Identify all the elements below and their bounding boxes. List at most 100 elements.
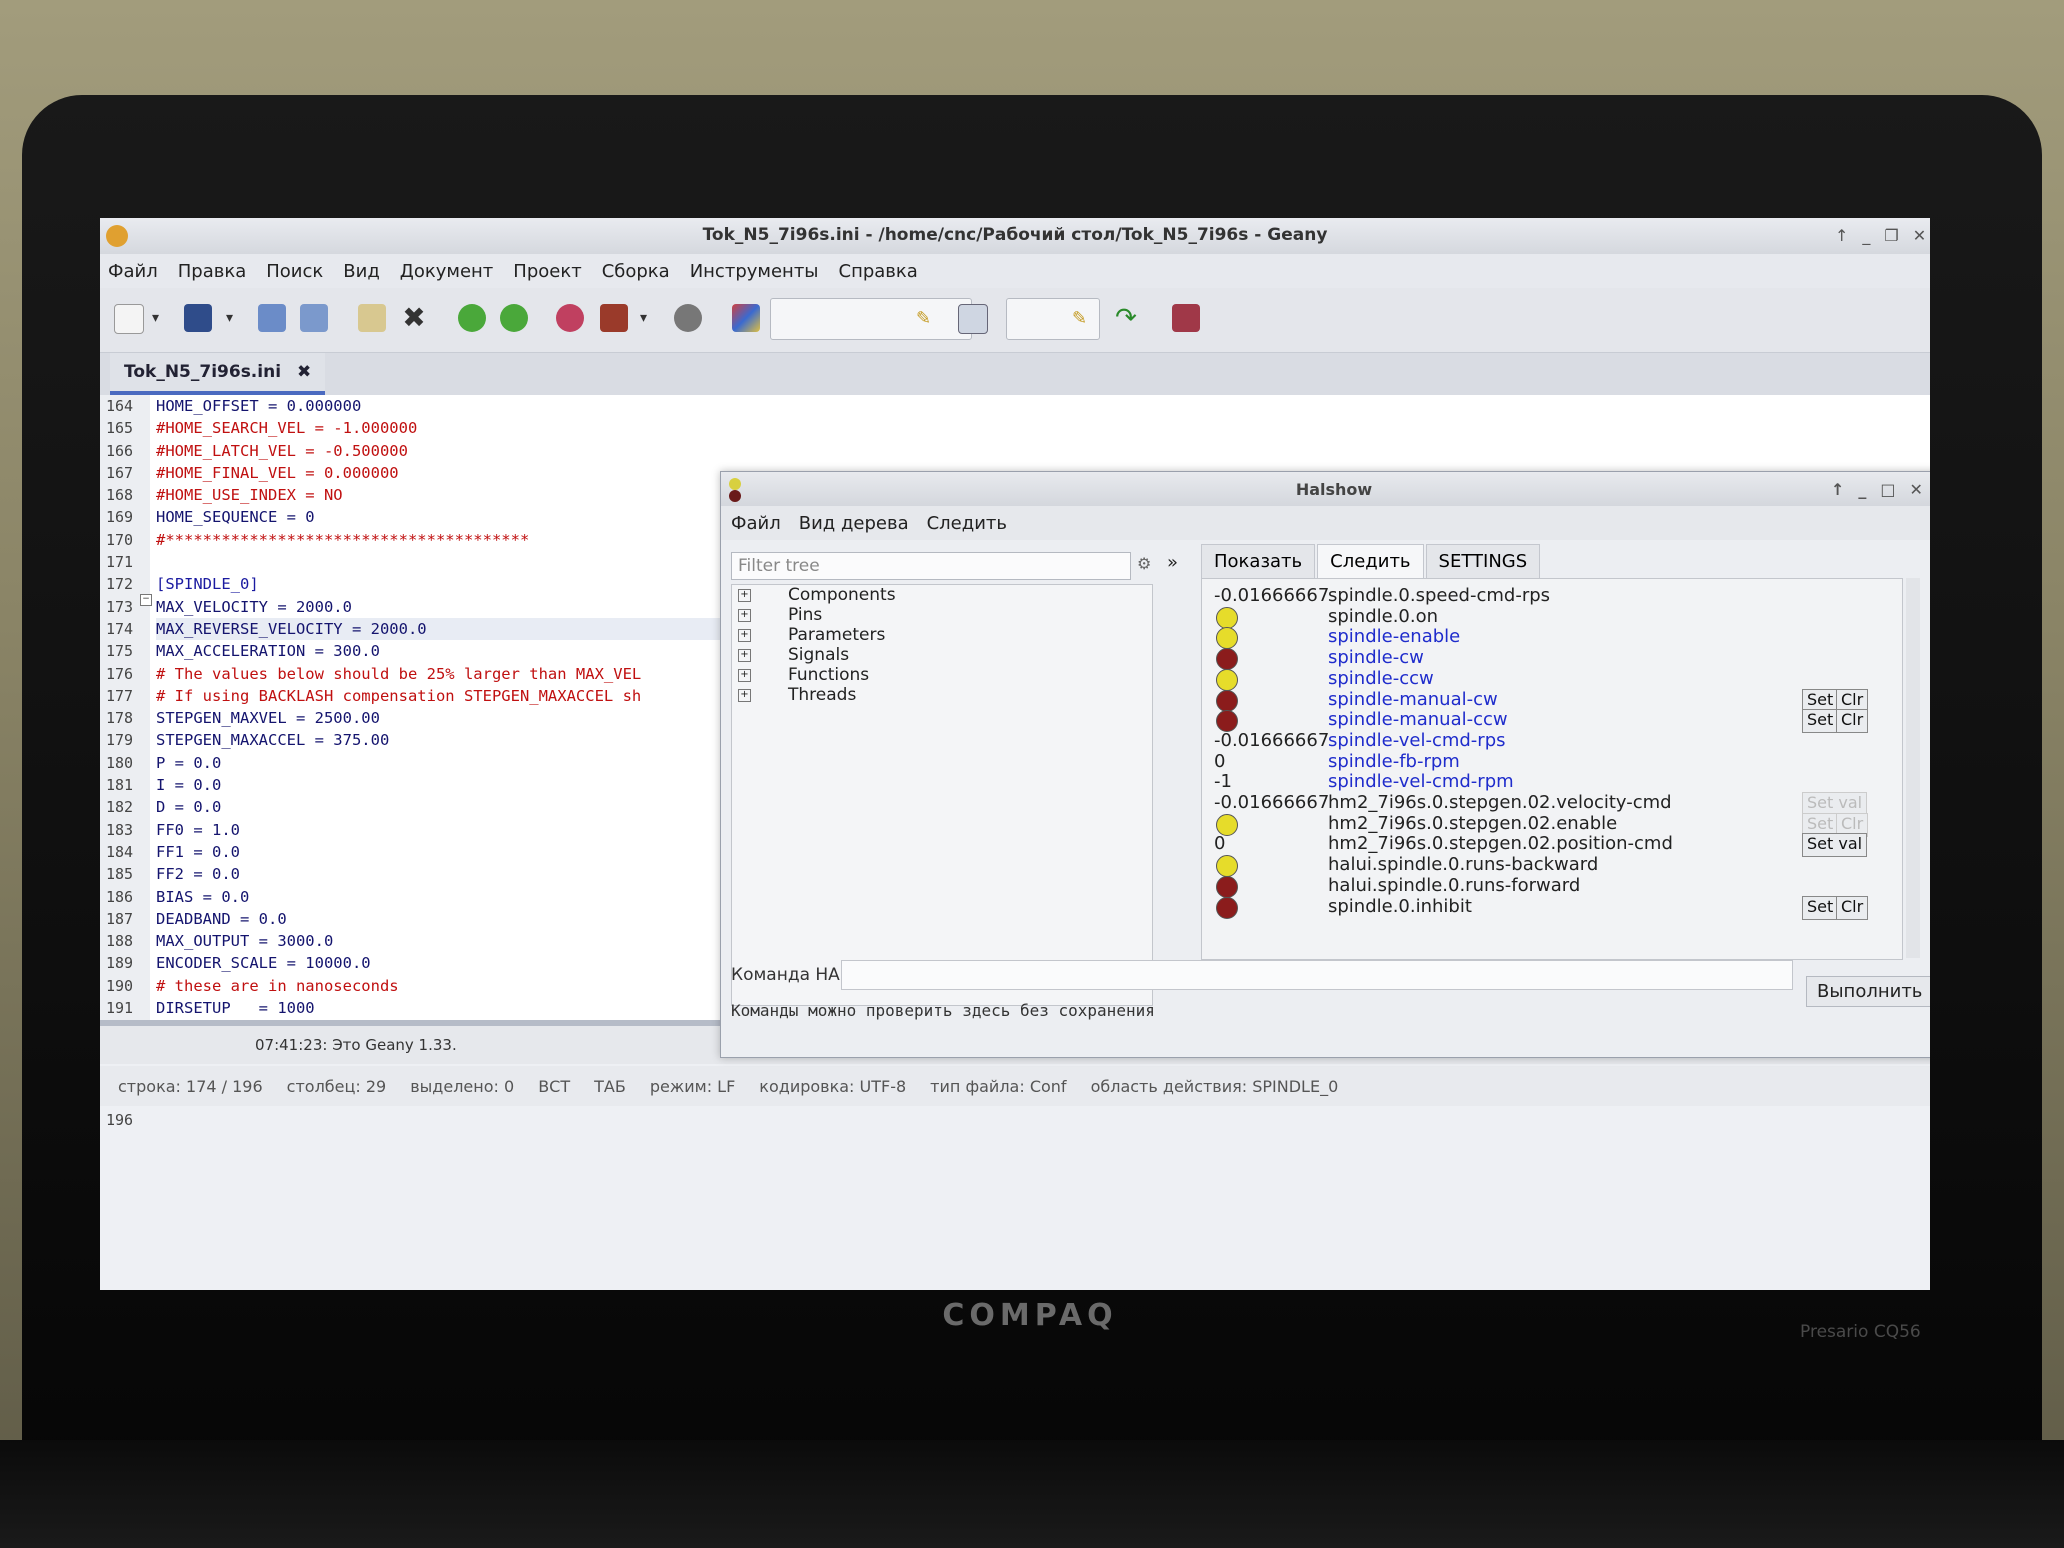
menu-item[interactable]: Вид дерева: [799, 513, 909, 534]
filter-tree-input[interactable]: Filter tree: [731, 552, 1131, 580]
menu-item[interactable]: Вид: [343, 261, 380, 282]
fold-marker-icon[interactable]: −: [140, 594, 152, 606]
tree-node[interactable]: + Threads: [732, 685, 1152, 705]
new-file-icon[interactable]: [114, 304, 144, 334]
code-line[interactable]: #HOME_LATCH_VEL = -0.500000: [156, 440, 1856, 462]
watch-pin-name[interactable]: hm2_7i96s.0.stepgen.02.enable: [1328, 813, 1617, 834]
menu-item[interactable]: Правка: [178, 261, 247, 282]
tab-0[interactable]: Показать: [1201, 544, 1316, 578]
tree-node[interactable]: + Parameters: [732, 625, 1152, 645]
tree-node[interactable]: + Pins: [732, 605, 1152, 625]
menu-item[interactable]: Следить: [927, 513, 1007, 534]
menu-item[interactable]: Проект: [513, 261, 581, 282]
menu-item[interactable]: Документ: [400, 261, 494, 282]
watch-pin-name[interactable]: spindle-manual-ccw: [1328, 709, 1508, 730]
watch-pin-name[interactable]: halui.spindle.0.runs-forward: [1328, 875, 1580, 896]
watch-row: spindle-manual-cw Set Clr: [1202, 688, 1902, 713]
settings-gear-icon[interactable]: ⚙: [1137, 554, 1151, 573]
clear-goto-icon[interactable]: ✎: [1072, 308, 1094, 330]
watch-pin-name[interactable]: spindle.0.speed-cmd-rps: [1328, 585, 1550, 606]
watch-pin-name[interactable]: spindle.0.on: [1328, 606, 1438, 627]
line-number: 166: [106, 441, 134, 460]
code-line[interactable]: HOME_OFFSET = 0.000000: [156, 395, 1856, 417]
run-gear-icon[interactable]: [674, 304, 702, 332]
build-icon[interactable]: [600, 304, 628, 332]
menu-item[interactable]: Файл: [731, 513, 781, 534]
clear-search-icon[interactable]: ✎: [916, 308, 938, 330]
watch-set-button[interactable]: Set: [1802, 895, 1839, 920]
jump-icon[interactable]: ↷: [1112, 304, 1140, 332]
close-icon[interactable]: ✕: [1913, 226, 1926, 245]
tab-document[interactable]: Tok_N5_7i96s.ini ✖: [110, 353, 326, 395]
status-selection: выделено: 0: [410, 1076, 515, 1096]
hal-command-input[interactable]: [841, 960, 1793, 990]
tab-close-icon[interactable]: ✖: [297, 362, 311, 382]
menu-item[interactable]: Поиск: [266, 261, 323, 282]
watch-pin-name[interactable]: spindle-fb-rpm: [1328, 751, 1460, 772]
code-line[interactable]: [156, 1109, 1856, 1131]
expand-plus-icon[interactable]: +: [738, 669, 751, 682]
menu-item[interactable]: Справка: [839, 261, 918, 282]
compile-icon[interactable]: [556, 304, 584, 332]
close-icon[interactable]: ✕: [1910, 480, 1923, 499]
chevron-down-icon[interactable]: ▾: [640, 310, 647, 326]
forward-icon[interactable]: [500, 304, 528, 332]
tab-label: Tok_N5_7i96s.ini: [124, 362, 282, 382]
code-line[interactable]: #HOME_SEARCH_VEL = -1.000000: [156, 417, 1856, 439]
tab-2[interactable]: SETTINGS: [1425, 544, 1541, 578]
open-file-icon[interactable]: [184, 304, 212, 332]
quit-icon[interactable]: [1172, 304, 1200, 332]
pin-icon[interactable]: ↑: [1835, 226, 1848, 245]
watch-row: -0.01666667 spindle.0.speed-cmd-rps: [1202, 585, 1902, 607]
line-number: 196: [106, 1110, 134, 1129]
watch-pin-name[interactable]: spindle-vel-cmd-rpm: [1328, 771, 1514, 792]
chevron-down-icon[interactable]: ▾: [152, 310, 159, 326]
tree-node[interactable]: + Functions: [732, 665, 1152, 685]
line-number: 180: [106, 753, 134, 772]
pin-icon[interactable]: ↑: [1831, 480, 1844, 499]
tree-node[interactable]: + Components: [732, 585, 1152, 605]
watch-scrollbar[interactable]: [1906, 578, 1920, 958]
watch-pin-name[interactable]: spindle-ccw: [1328, 668, 1434, 689]
expand-plus-icon[interactable]: +: [738, 689, 751, 702]
watch-pin-name[interactable]: halui.spindle.0.runs-backward: [1328, 854, 1598, 875]
menu-item[interactable]: Инструменты: [690, 261, 819, 282]
save-icon[interactable]: [258, 304, 286, 332]
execute-button[interactable]: Выполнить: [1806, 976, 1930, 1007]
watch-pin-name[interactable]: spindle-enable: [1328, 626, 1460, 647]
tree-node[interactable]: + Signals: [732, 645, 1152, 665]
expand-plus-icon[interactable]: +: [738, 589, 751, 602]
geany-window-controls: ↑ _ ❐ ✕: [1835, 226, 1926, 245]
watch-clr-button[interactable]: Clr: [1836, 895, 1869, 920]
watch-pin-name[interactable]: hm2_7i96s.0.stepgen.02.position-cmd: [1328, 833, 1673, 854]
maximize-icon[interactable]: □: [1880, 480, 1895, 499]
watch-pin-name[interactable]: spindle-vel-cmd-rps: [1328, 730, 1506, 751]
line-number: 191: [106, 999, 134, 1018]
chevron-down-icon[interactable]: ▾: [226, 310, 233, 326]
hal-tree[interactable]: + Components + Pins + Parameters + Signals + Func…: [731, 584, 1153, 1006]
find-icon[interactable]: [958, 304, 988, 334]
tab-1[interactable]: Следить: [1317, 544, 1424, 578]
watch-pin-name[interactable]: spindle-cw: [1328, 647, 1424, 668]
maximize-icon[interactable]: ❐: [1884, 226, 1898, 245]
watch-pin-name[interactable]: spindle.0.inhibit: [1328, 896, 1472, 917]
expand-plus-icon[interactable]: +: [738, 649, 751, 662]
save-all-icon[interactable]: [300, 304, 328, 332]
menu-item[interactable]: Файл: [108, 261, 158, 282]
watch-pin-name[interactable]: spindle-manual-cw: [1328, 689, 1498, 710]
color-chooser-icon[interactable]: [732, 304, 760, 332]
minimize-icon[interactable]: _: [1862, 226, 1870, 245]
watch-value: -0.01666667: [1214, 585, 1330, 606]
search-input[interactable]: [770, 298, 972, 340]
back-icon[interactable]: [458, 304, 486, 332]
laptop-base: [0, 1440, 2064, 1548]
bit-lamp-icon: [1216, 813, 1238, 836]
expand-arrows-icon[interactable]: »: [1167, 552, 1178, 573]
menu-item[interactable]: Сборка: [602, 261, 670, 282]
watch-pin-name[interactable]: hm2_7i96s.0.stepgen.02.velocity-cmd: [1328, 792, 1672, 813]
close-file-icon[interactable]: ✖: [400, 304, 428, 332]
expand-plus-icon[interactable]: +: [738, 609, 751, 622]
minimize-icon[interactable]: _: [1858, 480, 1866, 499]
expand-plus-icon[interactable]: +: [738, 629, 751, 642]
revert-icon[interactable]: [358, 304, 386, 332]
